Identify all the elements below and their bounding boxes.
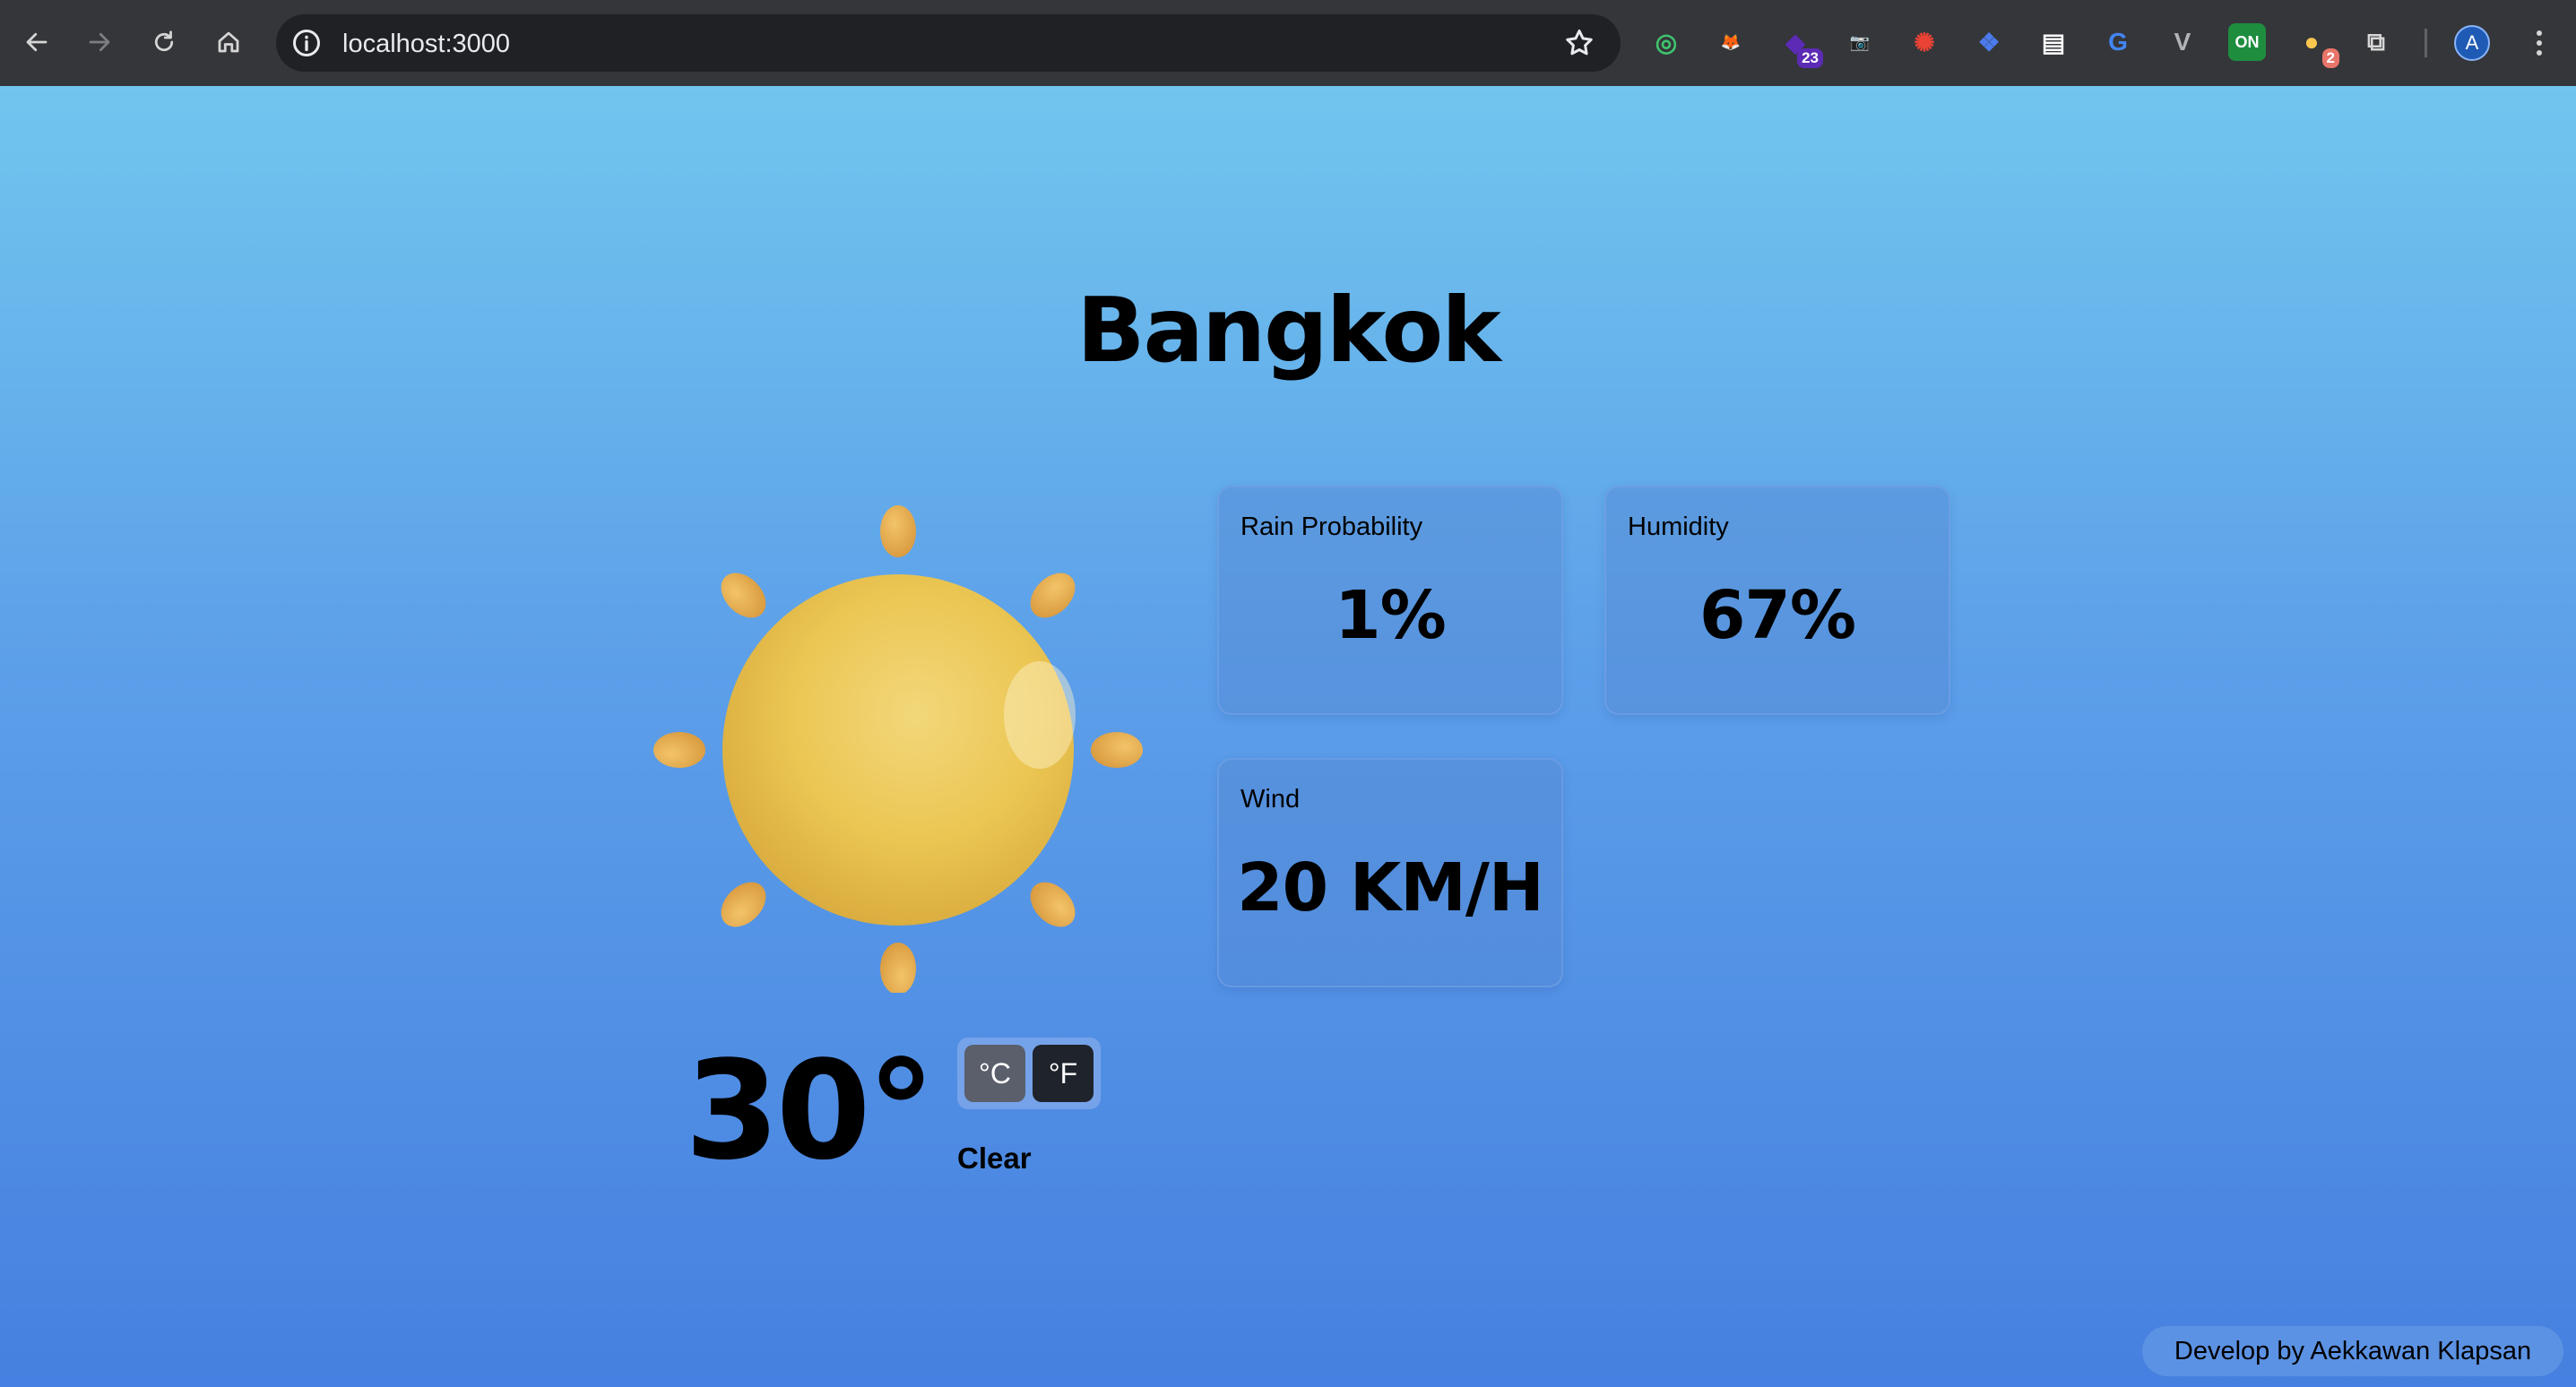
extension-badge: 23 (1797, 48, 1823, 68)
city-name: Bangkok (1076, 278, 1501, 383)
sun-ray (880, 505, 916, 557)
back-button[interactable] (14, 20, 59, 65)
purple-extension-icon[interactable]: ◆ 23 (1776, 23, 1823, 68)
info-icon[interactable] (290, 27, 323, 59)
card-label: Rain Probability (1240, 513, 1423, 541)
fahrenheit-button[interactable]: °F (1033, 1045, 1094, 1102)
vue-extension-icon[interactable]: V (2164, 23, 2201, 61)
menu-dot (2537, 40, 2542, 46)
toolbar-divider (2425, 29, 2427, 57)
sun-ray (1091, 732, 1143, 768)
bulbs-extension-icon[interactable]: ● 2 (2293, 23, 2339, 68)
weather-condition: Clear (957, 1141, 1032, 1175)
bookmark-star-icon[interactable] (1563, 27, 1595, 59)
sun-highlight (1004, 661, 1076, 769)
unit-toggle: °C °F (957, 1038, 1101, 1109)
temperature-value: 30° (685, 1031, 936, 1190)
sun-icon (653, 505, 1143, 993)
celsius-button[interactable]: °C (964, 1045, 1025, 1102)
card-value: 67% (1699, 577, 1856, 654)
home-icon (218, 31, 239, 53)
card-value: 1% (1335, 577, 1447, 654)
arrow-left-icon (26, 32, 48, 52)
menu-dot (2537, 50, 2542, 56)
sun-ray (721, 882, 766, 927)
forward-button[interactable] (77, 20, 122, 65)
translate-extension-icon[interactable]: G (2099, 23, 2137, 61)
rain-probability-card: Rain Probability 1% (1217, 486, 1563, 715)
blue-brackets-extension-icon[interactable]: ❖ (1970, 23, 2008, 61)
home-button[interactable] (206, 20, 251, 65)
menu-dot (2537, 30, 2542, 36)
card-label: Wind (1240, 785, 1301, 814)
developer-credit: Develop by Aekkawan Klapsan (2142, 1326, 2563, 1376)
reload-button[interactable] (142, 20, 186, 65)
card-label: Humidity (1628, 513, 1729, 541)
reload-icon (154, 30, 174, 52)
weather-page: Bangkok 30° °C °F Clear Rain Probability… (0, 86, 2576, 1387)
address-bar[interactable]: localhost:3000 (276, 14, 1621, 72)
sun-ray (880, 943, 916, 993)
sun-ray (1030, 573, 1076, 618)
camera-extension-icon[interactable]: 📷 (1841, 23, 1879, 61)
on-extension-icon[interactable]: ON (2228, 23, 2266, 61)
extension-badge: 2 (2321, 48, 2339, 68)
fox-extension-icon[interactable]: 🦊 (1712, 23, 1750, 61)
card-value: 20 KM/H (1237, 849, 1544, 926)
arrow-right-icon (89, 32, 110, 52)
url-text[interactable]: localhost:3000 (342, 30, 510, 59)
browser-menu-button[interactable] (2526, 25, 2553, 61)
color-wheel-extension-icon[interactable]: ✺ (1906, 23, 1943, 61)
profile-avatar[interactable]: A (2454, 25, 2490, 61)
target-extension-icon[interactable]: ◎ (1647, 23, 1685, 61)
wind-card: Wind 20 KM/H (1217, 758, 1563, 987)
sun-ray (653, 732, 705, 768)
sun-ray (1030, 882, 1076, 927)
sun-ray (721, 573, 766, 618)
humidity-card: Humidity 67% (1604, 486, 1950, 715)
browser-toolbar: localhost:3000 ◎ 🦊 ◆ 23 📷 ✺ ❖ ▤ G V ON ● 2 ⧉ A (0, 0, 2576, 86)
puzzle-extension-icon[interactable]: ⧉ (2357, 23, 2395, 61)
ninja-extension-icon[interactable]: ▤ (2035, 23, 2072, 61)
